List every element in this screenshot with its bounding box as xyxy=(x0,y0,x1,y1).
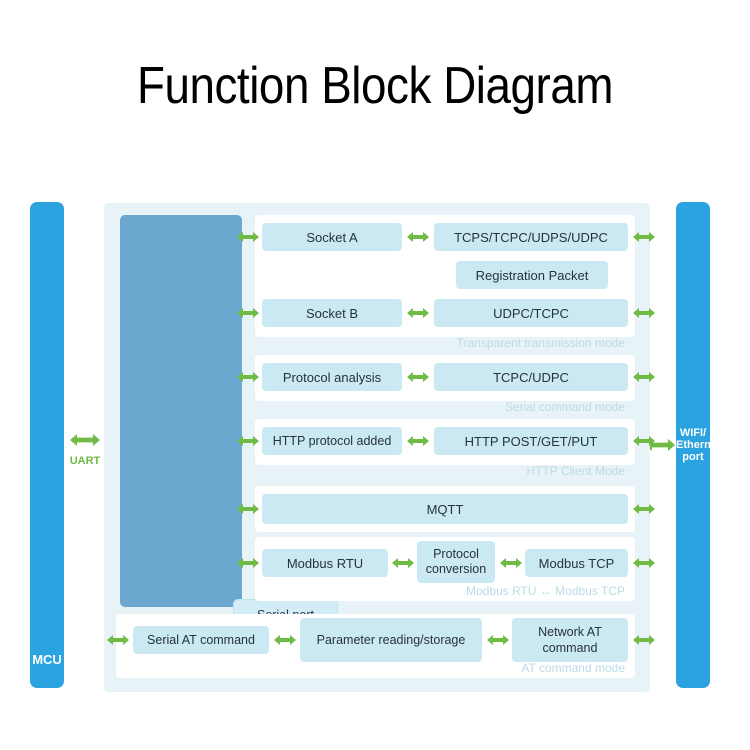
uart-arrow-icon xyxy=(70,432,100,448)
block-socket-a[interactable]: Socket A xyxy=(262,223,402,251)
network-port-label-line2: Ethernet xyxy=(676,439,721,451)
block-tcpc-udpc[interactable]: TCPC/UDPC xyxy=(434,363,628,391)
arrow-tcps-to-network xyxy=(633,230,655,244)
arrow-mqtt-to-network xyxy=(633,502,655,516)
arrow-parameter-to-network-at xyxy=(487,633,509,647)
block-serial-at-command[interactable]: Serial AT command xyxy=(133,626,269,654)
block-udpc-tcpc[interactable]: UDPC/TCPC xyxy=(434,299,628,327)
mcu-rail: MCU xyxy=(30,202,64,688)
block-registration-packet[interactable]: Registration Packet xyxy=(456,261,608,289)
arrow-serial-to-protocol-analysis xyxy=(237,370,259,384)
arrow-left-to-serial-at xyxy=(107,633,129,647)
mode-label-at-command: AT command mode xyxy=(521,661,625,675)
arrow-http-protocol-to-http-methods xyxy=(407,434,429,448)
mode-label-transparent-transmission: Transparent transmission mode xyxy=(456,336,625,350)
diagram-container: Serial port packaging Socket A TCPS/TCPC… xyxy=(104,203,655,692)
mode-label-http-client: HTTP Client Mode xyxy=(526,464,625,478)
arrow-serial-to-mqtt xyxy=(237,502,259,516)
mcu-label: MCU xyxy=(32,652,62,667)
arrow-socket-a-to-tcps xyxy=(407,230,429,244)
block-http-protocol-added[interactable]: HTTP protocol added xyxy=(262,427,402,455)
arrow-socket-b-to-udpc xyxy=(407,306,429,320)
block-tcps-tcpc-udps-udpc[interactable]: TCPS/TCPC/UDPS/UDPC xyxy=(434,223,628,251)
arrow-modbus-tcp-to-network xyxy=(633,556,655,570)
arrow-http-methods-to-network xyxy=(633,434,655,448)
block-http-post-get-put[interactable]: HTTP POST/GET/PUT xyxy=(434,427,628,455)
page-title: Function Block Diagram xyxy=(136,57,614,115)
block-network-at-command[interactable]: Network AT command xyxy=(512,618,628,662)
arrow-serial-to-modbus-rtu xyxy=(237,556,259,570)
network-port-label: WIFI/ Ethernet port xyxy=(676,427,721,463)
network-port-label-line3: port xyxy=(682,451,704,463)
network-port-label-line1: WIFI/ xyxy=(679,427,707,439)
arrow-serial-at-to-parameter xyxy=(274,633,296,647)
arrow-udpc-to-network xyxy=(633,306,655,320)
block-mqtt[interactable]: MQTT xyxy=(262,494,628,524)
mode-label-modbus: Modbus RTU ↔ Modbus TCP xyxy=(466,584,625,598)
arrow-network-at-to-network xyxy=(633,633,655,647)
uart-label: UART xyxy=(69,455,101,467)
arrow-serial-to-socket-b xyxy=(237,306,259,320)
arrow-tcpc-to-network xyxy=(633,370,655,384)
block-protocol-conversion[interactable]: Protocol conversion xyxy=(417,541,495,583)
arrow-conversion-to-modbus-tcp xyxy=(500,556,522,570)
block-modbus-tcp[interactable]: Modbus TCP xyxy=(525,549,628,577)
block-modbus-rtu[interactable]: Modbus RTU xyxy=(262,549,388,577)
mode-label-serial-command: Serial command mode xyxy=(504,400,625,414)
block-protocol-analysis[interactable]: Protocol analysis xyxy=(262,363,402,391)
block-parameter-reading-storage[interactable]: Parameter reading/storage xyxy=(300,618,482,662)
serial-bar xyxy=(120,215,242,607)
arrow-protocol-analysis-to-tcpc xyxy=(407,370,429,384)
network-port-rail: WIFI/ Ethernet port xyxy=(676,202,721,688)
block-socket-b[interactable]: Socket B xyxy=(262,299,402,327)
arrow-modbus-rtu-to-conversion xyxy=(392,556,414,570)
arrow-serial-to-socket-a xyxy=(237,230,259,244)
arrow-serial-to-http-protocol xyxy=(237,434,259,448)
